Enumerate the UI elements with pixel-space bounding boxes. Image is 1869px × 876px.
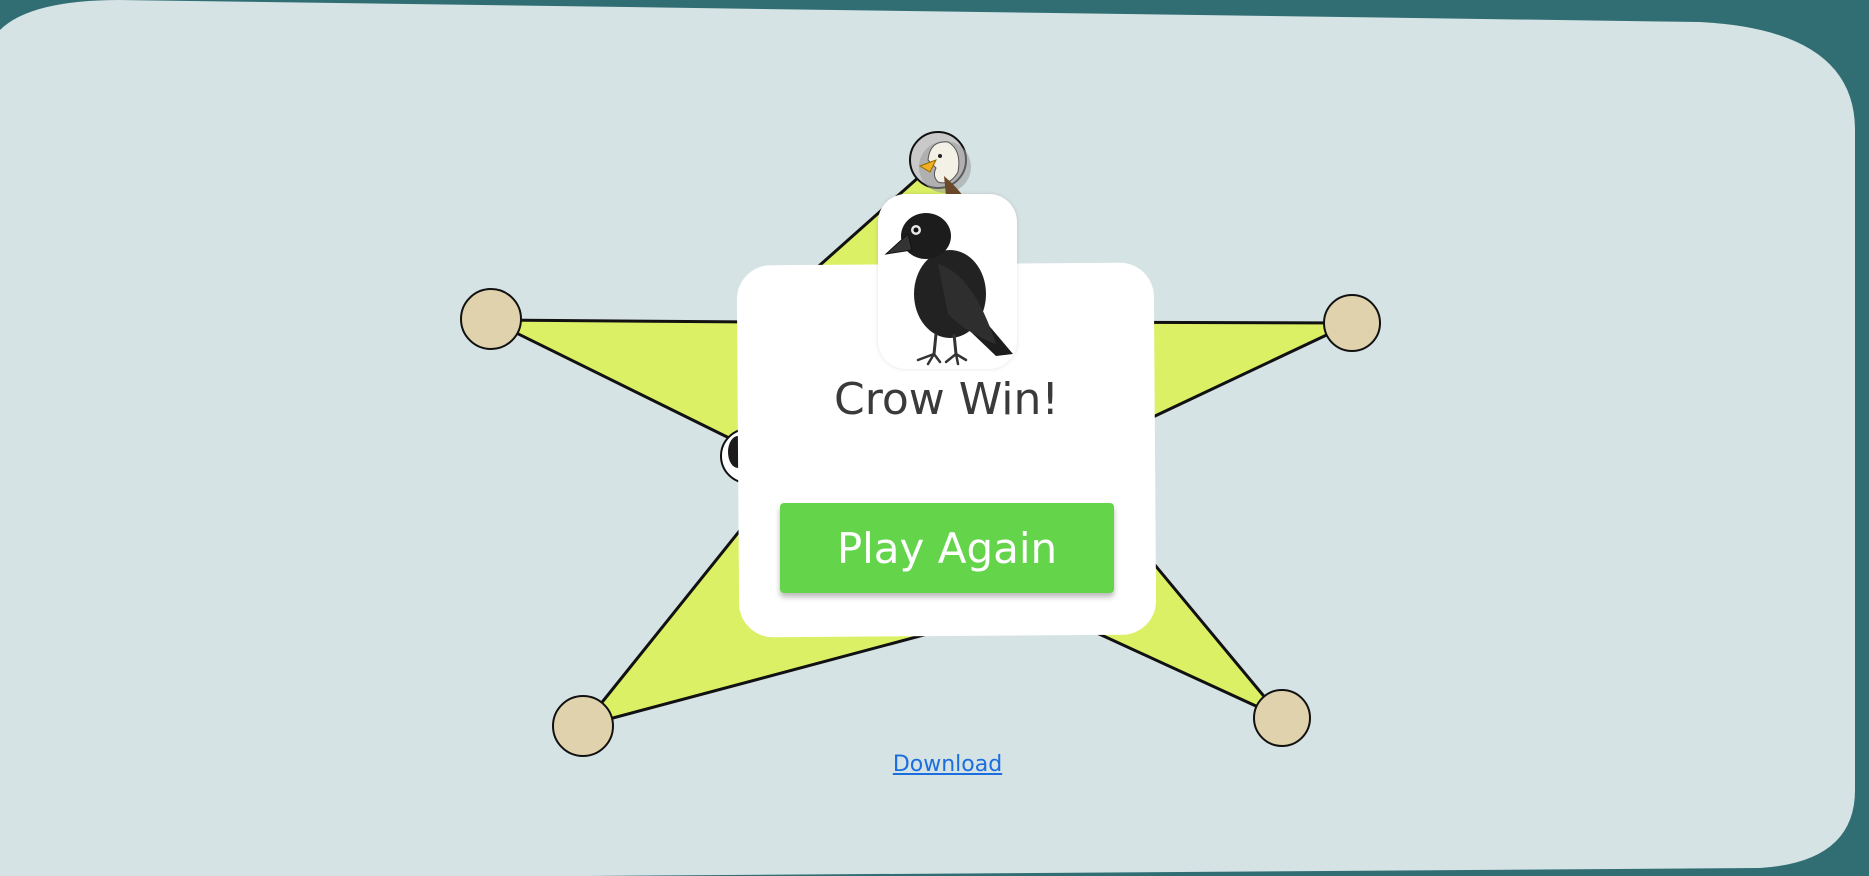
board-node[interactable] [460, 288, 522, 350]
board-node[interactable] [1323, 294, 1381, 352]
result-title: Crow Win! [833, 374, 1060, 425]
board-node[interactable] [1253, 689, 1311, 747]
board-node[interactable] [552, 695, 614, 757]
crow-icon [884, 213, 1013, 366]
download-link[interactable]: Download [880, 752, 1015, 777]
winner-card [878, 194, 1017, 369]
play-again-button[interactable]: Play Again [780, 503, 1114, 593]
